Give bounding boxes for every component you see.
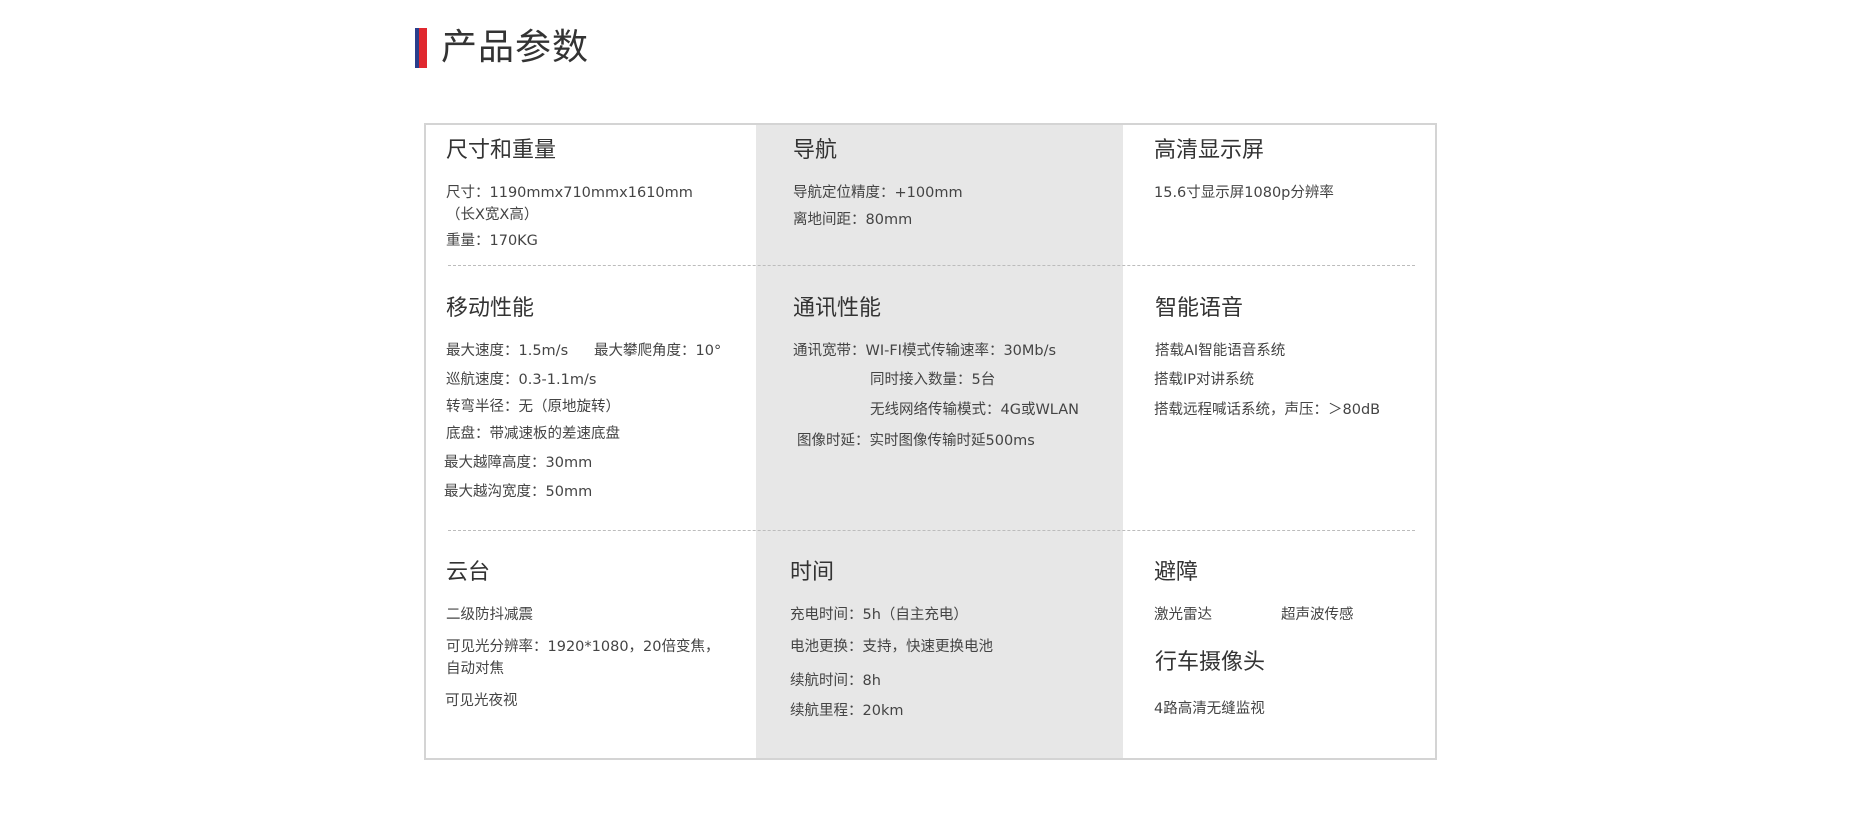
concurrent-access: 同时接入数量：5台	[870, 372, 996, 388]
size-dimensions: 尺寸：1190mmx710mmx1610mm	[446, 185, 693, 201]
image-latency: 图像时延：实时图像传输时延500ms	[797, 433, 1035, 449]
comm-bandwidth: 通讯宽带：WI-FI模式传输速率：30Mb/s	[793, 343, 1057, 359]
auto-focus: 自动对焦	[446, 661, 504, 677]
max-obstacle-height: 最大越障高度：30mm	[444, 455, 593, 471]
size-weight-section: 尺寸和重量	[446, 137, 556, 165]
size-dimensions-note: （长X宽X高）	[446, 207, 539, 223]
row-divider-2	[448, 530, 1415, 531]
max-speed: 最大速度：1.5m/s	[446, 343, 569, 359]
navigation-section: 导航	[793, 137, 837, 165]
size-weight-heading: 尺寸和重量	[446, 138, 557, 163]
hd-screen-heading: 高清显示屏	[1154, 138, 1265, 163]
turning-radius: 转弯半径：无（原地旋转）	[446, 399, 620, 415]
page-title: 产品参数	[441, 27, 590, 68]
visible-resolution: 可见光分辨率：1920*1080，20倍变焦，	[446, 639, 720, 655]
time-section: 时间	[790, 559, 834, 587]
obstacle-section: 避障	[1154, 559, 1198, 587]
voice-heading: 智能语音	[1155, 296, 1244, 321]
ground-clearance: 离地间距：80mm	[793, 212, 913, 228]
cruise-speed: 巡航速度：0.3-1.1m/s	[446, 372, 597, 388]
gimbal-heading: 云台	[446, 560, 491, 585]
product-params-page: 产品参数 尺寸和重量 尺寸：1190mmx710mmx1610mm （长X宽X高…	[0, 0, 1862, 839]
specs-table: 尺寸和重量 尺寸：1190mmx710mmx1610mm （长X宽X高） 重量：…	[424, 123, 1437, 760]
chassis: 底盘：带减速板的差速底盘	[446, 426, 620, 442]
lidar: 激光雷达	[1154, 607, 1212, 623]
max-climb-angle: 最大攀爬角度：10°	[594, 343, 722, 359]
ip-intercom: 搭载IP对讲系统	[1154, 372, 1255, 388]
max-trench-width: 最大越沟宽度：50mm	[444, 484, 593, 500]
ultrasonic-sensor: 超声波传感	[1281, 607, 1354, 623]
section-title-bar: 产品参数	[415, 28, 589, 68]
night-vision: 可见光夜视	[445, 693, 518, 709]
communication-heading: 通讯性能	[793, 296, 882, 321]
voice-section: 智能语音	[1155, 295, 1243, 323]
screen-spec: 15.6寸显示屏1080p分辨率	[1154, 185, 1334, 201]
gimbal-stabilization: 二级防抖减震	[446, 607, 533, 623]
weight-value: 重量：170KG	[446, 233, 538, 249]
hd-screen-section: 高清显示屏	[1154, 137, 1264, 165]
wireless-mode: 无线网络传输模式：4G或WLAN	[870, 402, 1079, 418]
ai-voice-system: 搭载AI智能语音系统	[1155, 343, 1286, 359]
gimbal-section: 云台	[446, 559, 490, 587]
row-divider-1	[448, 265, 1415, 266]
communication-section: 通讯性能	[793, 295, 881, 323]
battery-life: 续航时间：8h	[790, 673, 881, 689]
range: 续航里程：20km	[790, 703, 904, 719]
dashcam-section: 行车摄像头	[1155, 649, 1265, 677]
obstacle-heading: 避障	[1154, 560, 1199, 585]
nav-accuracy: 导航定位精度：+100mm	[793, 185, 963, 201]
mobility-section: 移动性能	[446, 295, 534, 323]
battery-swap: 电池更换：支持，快速更换电池	[790, 639, 993, 655]
dashcam-heading: 行车摄像头	[1155, 650, 1266, 675]
remote-broadcast: 搭载远程喊话系统，声压：＞80dB	[1154, 402, 1381, 418]
mobility-heading: 移动性能	[446, 296, 535, 321]
time-heading: 时间	[790, 560, 835, 585]
navigation-heading: 导航	[793, 138, 838, 163]
accent-red-stripe	[419, 28, 427, 68]
title-accent-bar	[415, 28, 427, 68]
charge-time: 充电时间：5h（自主充电）	[790, 607, 968, 623]
dashcam-spec: 4路高清无缝监视	[1154, 701, 1265, 717]
